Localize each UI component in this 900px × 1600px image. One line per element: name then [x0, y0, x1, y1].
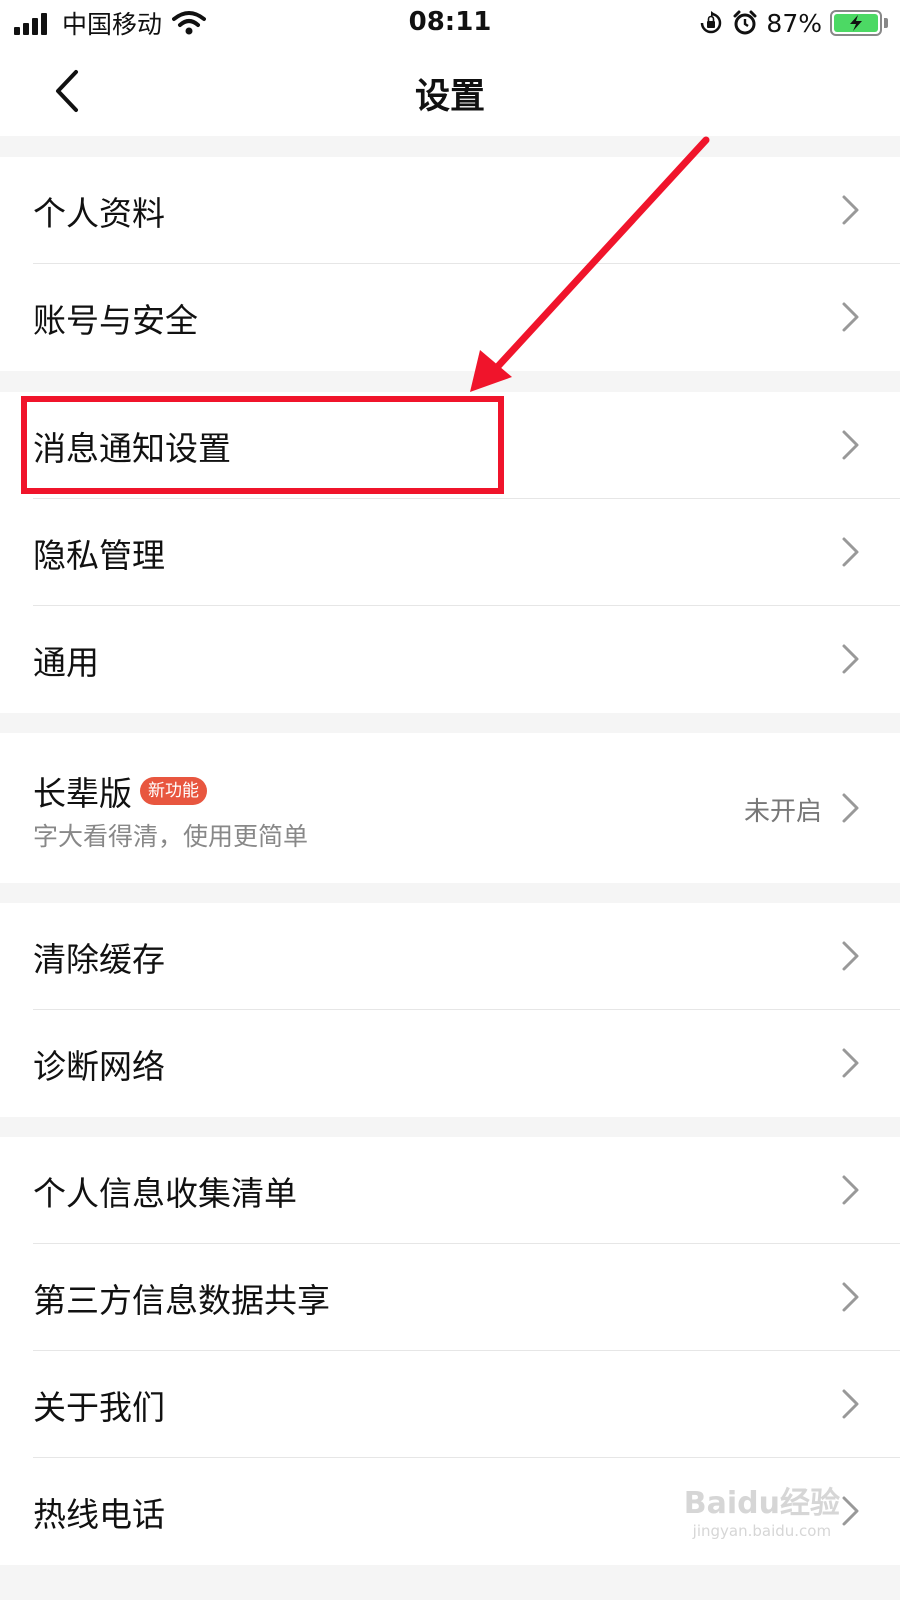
settings-item-elder-mode[interactable]: 长辈版 新功能 字大看得清，使用更简单 未开启 [0, 733, 900, 883]
chevron-right-icon [842, 1496, 859, 1526]
chevron-right-icon [842, 195, 859, 225]
settings-item-label: 隐私管理 [33, 536, 165, 575]
settings-item-clear-cache[interactable]: 清除缓存 [0, 903, 900, 1010]
settings-item-third-party-sharing[interactable]: 第三方信息数据共享 [0, 1244, 900, 1351]
settings-group-tools: 清除缓存 诊断网络 [0, 903, 900, 1117]
watermark: Baidu经验 jingyan.baidu.com [684, 1478, 840, 1540]
settings-item-profile[interactable]: 个人资料 [0, 157, 900, 264]
chevron-right-icon [842, 1389, 859, 1419]
settings-item-label: 账号与安全 [33, 301, 198, 340]
elder-status: 未开启 [743, 797, 822, 827]
settings-item-label: 关于我们 [33, 1388, 165, 1427]
settings-item-about-us[interactable]: 关于我们 [0, 1351, 900, 1458]
status-bar: 中国移动 08:11 87% [0, 0, 900, 46]
settings-item-network-diagnose[interactable]: 诊断网络 [0, 1010, 900, 1117]
battery-charging-icon [830, 10, 882, 36]
chevron-right-icon [842, 793, 859, 823]
settings-item-account-security[interactable]: 账号与安全 [0, 264, 900, 371]
chevron-right-icon [842, 537, 859, 567]
annotation-highlight-box [21, 396, 504, 494]
chevron-right-icon [842, 430, 859, 460]
settings-item-general[interactable]: 通用 [0, 606, 900, 713]
chevron-right-icon [842, 1282, 859, 1312]
elder-subtitle: 字大看得清，使用更简单 [33, 822, 309, 851]
alarm-icon [733, 10, 757, 35]
page-title: 设置 [414, 77, 485, 117]
new-feature-badge: 新功能 [140, 777, 207, 805]
elder-title: 长辈版 新功能 [33, 767, 207, 815]
orientation-lock-icon [701, 11, 722, 34]
settings-item-label: 通用 [33, 643, 99, 682]
settings-item-label: 个人信息收集清单 [33, 1174, 297, 1213]
chevron-right-icon [842, 1175, 859, 1205]
battery-percent: 87% [766, 8, 822, 38]
status-right: 87% [698, 7, 888, 39]
settings-group-account: 个人资料 账号与安全 [0, 157, 900, 371]
settings-item-label: 清除缓存 [33, 940, 165, 979]
settings-item-label: 热线电话 [33, 1495, 165, 1534]
elder-label: 长辈版 [33, 774, 132, 813]
watermark-brand: Baidu经验 [683, 1486, 840, 1521]
chevron-right-icon [842, 941, 859, 971]
settings-group-elder: 长辈版 新功能 字大看得清，使用更简单 未开启 [0, 733, 900, 883]
watermark-url: jingyan.baidu.com [692, 1522, 832, 1540]
settings-item-label: 诊断网络 [33, 1047, 165, 1086]
settings-item-label: 个人资料 [33, 194, 165, 233]
chevron-right-icon [842, 1048, 859, 1078]
chevron-right-icon [842, 302, 859, 332]
settings-item-label: 第三方信息数据共享 [33, 1281, 330, 1320]
chevron-right-icon [842, 644, 859, 674]
settings-item-info-collection[interactable]: 个人信息收集清单 [0, 1137, 900, 1244]
nav-bar: 设置 [0, 46, 900, 136]
settings-item-privacy[interactable]: 隐私管理 [0, 499, 900, 606]
